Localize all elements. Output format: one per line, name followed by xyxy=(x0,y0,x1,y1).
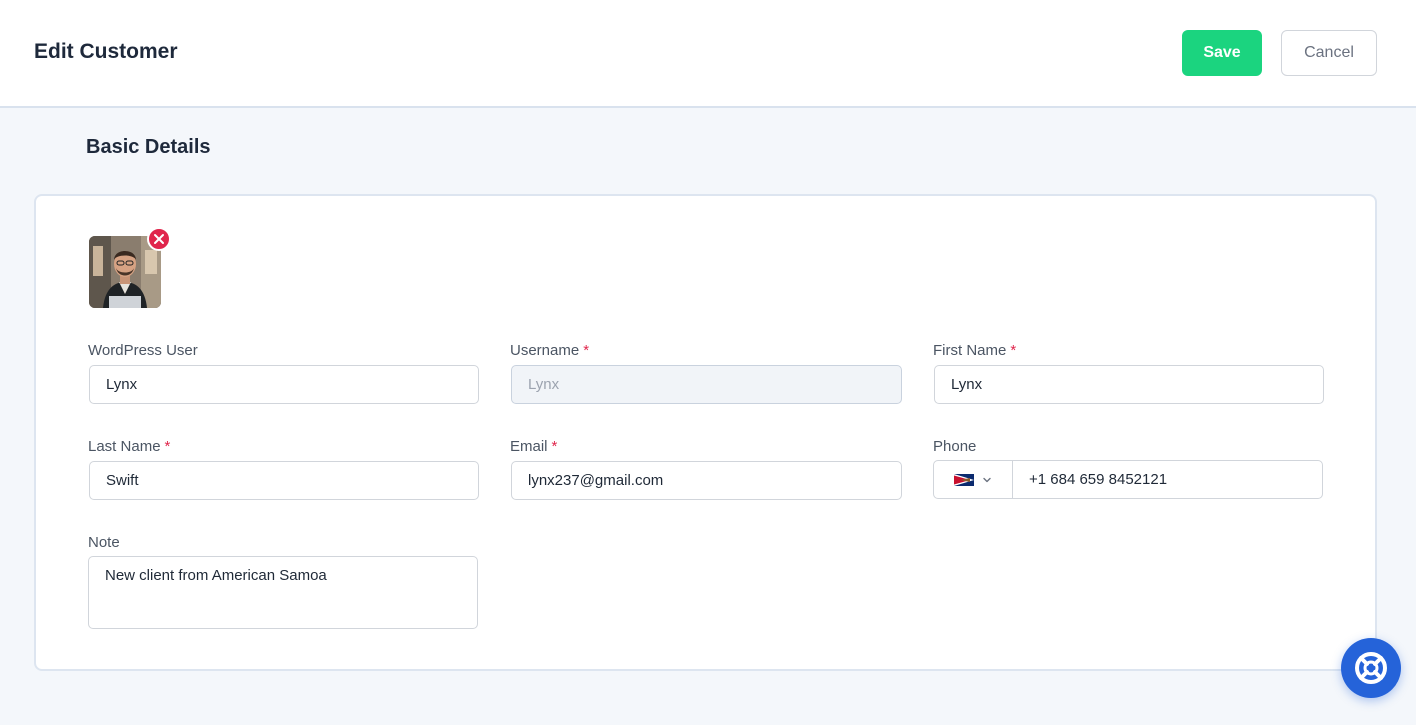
wordpress-user-label-text: WordPress User xyxy=(88,342,198,359)
note-label-text: Note xyxy=(88,534,120,551)
chevron-down-icon xyxy=(983,477,991,482)
note-textarea[interactable]: New client from American Samoa xyxy=(88,556,478,629)
required-marker: * xyxy=(551,438,558,455)
required-marker: * xyxy=(164,438,171,455)
cancel-button[interactable]: Cancel xyxy=(1281,30,1377,76)
last-name-label: Last Name * xyxy=(88,438,170,455)
wordpress-user-label: WordPress User xyxy=(88,342,198,359)
first-name-label: First Name * xyxy=(933,342,1016,359)
last-name-field[interactable] xyxy=(89,461,479,500)
username-label-text: Username xyxy=(510,342,580,359)
american-samoa-flag-icon xyxy=(954,473,974,486)
note-label: Note xyxy=(88,534,120,551)
phone-input[interactable] xyxy=(1013,461,1322,498)
help-button[interactable] xyxy=(1341,638,1401,698)
last-name-label-text: Last Name xyxy=(88,438,161,455)
phone-label: Phone xyxy=(933,438,976,455)
username-label: Username * xyxy=(510,342,589,359)
section-title: Basic Details xyxy=(86,136,211,158)
wordpress-user-field[interactable] xyxy=(89,365,479,404)
page-title: Edit Customer xyxy=(34,40,178,63)
first-name-label-text: First Name xyxy=(933,342,1007,359)
first-name-field[interactable] xyxy=(934,365,1324,404)
phone-label-text: Phone xyxy=(933,438,977,455)
save-button[interactable]: Save xyxy=(1182,30,1262,76)
avatar-remove-button[interactable] xyxy=(147,227,171,251)
country-code-select[interactable] xyxy=(934,461,1013,498)
username-field xyxy=(511,365,902,404)
required-marker: * xyxy=(1010,342,1017,359)
required-marker: * xyxy=(583,342,590,359)
close-icon xyxy=(154,234,164,244)
email-label-text: Email xyxy=(510,438,548,455)
phone-field-group xyxy=(933,460,1323,499)
email-label: Email * xyxy=(510,438,557,455)
email-field[interactable] xyxy=(511,461,902,500)
top-bar: Edit Customer Save Cancel xyxy=(0,0,1416,108)
lifebuoy-icon xyxy=(1355,652,1387,684)
customer-form-card: WordPress User Username* First Name* Las… xyxy=(34,194,1377,671)
